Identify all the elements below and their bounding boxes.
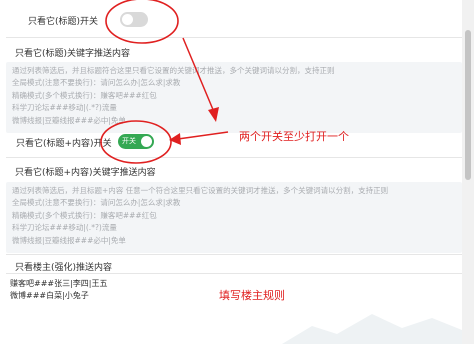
annotation-arrow-line (182, 37, 215, 113)
scrollbar-thumb[interactable] (465, 30, 471, 180)
annotation-arrow-line (177, 131, 229, 140)
annotation-arrow-head (208, 107, 219, 122)
annotation-circle-title-content-switch (100, 120, 172, 164)
annotation-owner-note: 填写楼主规则 (219, 289, 285, 302)
page-scrollbar[interactable] (462, 0, 474, 344)
annotation-switch-note: 两个开关至少打开一个 (239, 130, 349, 143)
annotation-circle-title-switch (105, 0, 179, 44)
